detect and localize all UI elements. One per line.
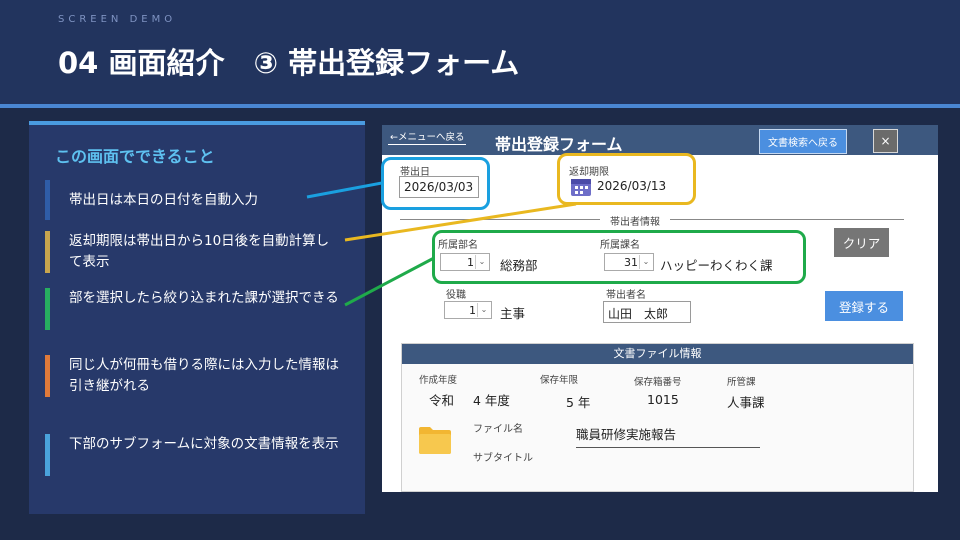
return-date-highlight xyxy=(557,153,696,205)
owner-dept-value: 人事課 xyxy=(727,395,765,410)
item-bar xyxy=(45,231,50,273)
position-label: 役職 xyxy=(446,290,466,301)
slide-header: SCREEN DEMO 04 画面紹介 ③ 帯出登録フォーム xyxy=(0,0,960,104)
folder-icon xyxy=(418,425,452,455)
file-name-label: ファイル名 xyxy=(473,424,523,435)
item-text: 下部のサブフォームに対象の文書情報を表示 xyxy=(69,436,339,452)
item-bar xyxy=(45,180,50,220)
item-bar xyxy=(45,434,50,476)
feature-item: 同じ人が何冊も借りる際には入力した情報は引き継がれる xyxy=(45,355,345,397)
checkout-date-highlight xyxy=(381,157,490,210)
chevron-down-icon: ⌄ xyxy=(477,303,490,317)
clear-button[interactable]: クリア xyxy=(834,228,889,257)
file-name-value: 職員研修実施報告 xyxy=(576,424,760,448)
feature-item: 部を選択したら絞り込まれた課が選択できる xyxy=(45,288,345,330)
subform-header: 文書ファイル情報 xyxy=(402,344,913,364)
form-title: 帯出登録フォーム xyxy=(495,135,623,154)
borrower-name-field[interactable]: 山田 太郎 xyxy=(603,301,691,323)
feature-item: 下部のサブフォームに対象の文書情報を表示 xyxy=(45,434,345,476)
document-subform: 文書ファイル情報 作成年度 令和 4 年度 保存年限 5 年 保存箱番号 101… xyxy=(401,343,914,492)
back-to-menu-button[interactable]: ←メニューへ戻る xyxy=(388,129,467,145)
item-text: 部を選択したら絞り込まれた課が選択できる xyxy=(69,290,339,306)
owner-dept-label: 所管課 xyxy=(727,377,756,388)
item-text: 返却期限は帯出日から10日後を自動計算して表示 xyxy=(69,233,330,270)
item-text: 同じ人が何冊も借りる際には入力した情報は引き継がれる xyxy=(69,357,339,394)
eyebrow: SCREEN DEMO xyxy=(58,14,177,25)
borrower-section-label: 帯出者情報 xyxy=(600,213,670,228)
panel-heading: この画面でできること xyxy=(55,147,215,166)
feature-panel: この画面でできること 帯出日は本日の日付を自動入力 返却期限は帯出日から10日後… xyxy=(29,121,365,514)
feature-item: 帯出日は本日の日付を自動入力 xyxy=(45,180,345,220)
item-bar xyxy=(45,355,50,397)
register-button[interactable]: 登録する xyxy=(825,291,903,321)
slide-title: 04 画面紹介 ③ 帯出登録フォーム xyxy=(58,46,520,80)
year-value: 4 年度 xyxy=(473,393,510,408)
close-button[interactable]: × xyxy=(873,129,898,153)
feature-item: 返却期限は帯出日から10日後を自動計算して表示 xyxy=(45,231,345,273)
form-header: ←メニューへ戻る 帯出登録フォーム 文書検索へ戻る × xyxy=(382,125,938,155)
subtitle-label: サブタイトル xyxy=(473,453,533,464)
item-text: 帯出日は本日の日付を自動入力 xyxy=(69,192,258,208)
era-value: 令和 xyxy=(429,393,455,408)
year-label: 作成年度 xyxy=(419,375,458,386)
back-to-search-button[interactable]: 文書検索へ戻る xyxy=(759,129,847,154)
retention-label: 保存年限 xyxy=(540,375,579,386)
header-divider xyxy=(0,104,960,108)
retention-value: 5 年 xyxy=(566,395,591,410)
item-bar xyxy=(45,288,50,330)
box-label: 保存箱番号 xyxy=(634,377,682,388)
position-name: 主事 xyxy=(500,306,526,321)
borrower-label: 帯出者名 xyxy=(606,290,646,301)
box-value: 1015 xyxy=(647,392,679,407)
department-highlight xyxy=(432,230,806,284)
position-select[interactable]: 1 ⌄ xyxy=(444,301,492,319)
